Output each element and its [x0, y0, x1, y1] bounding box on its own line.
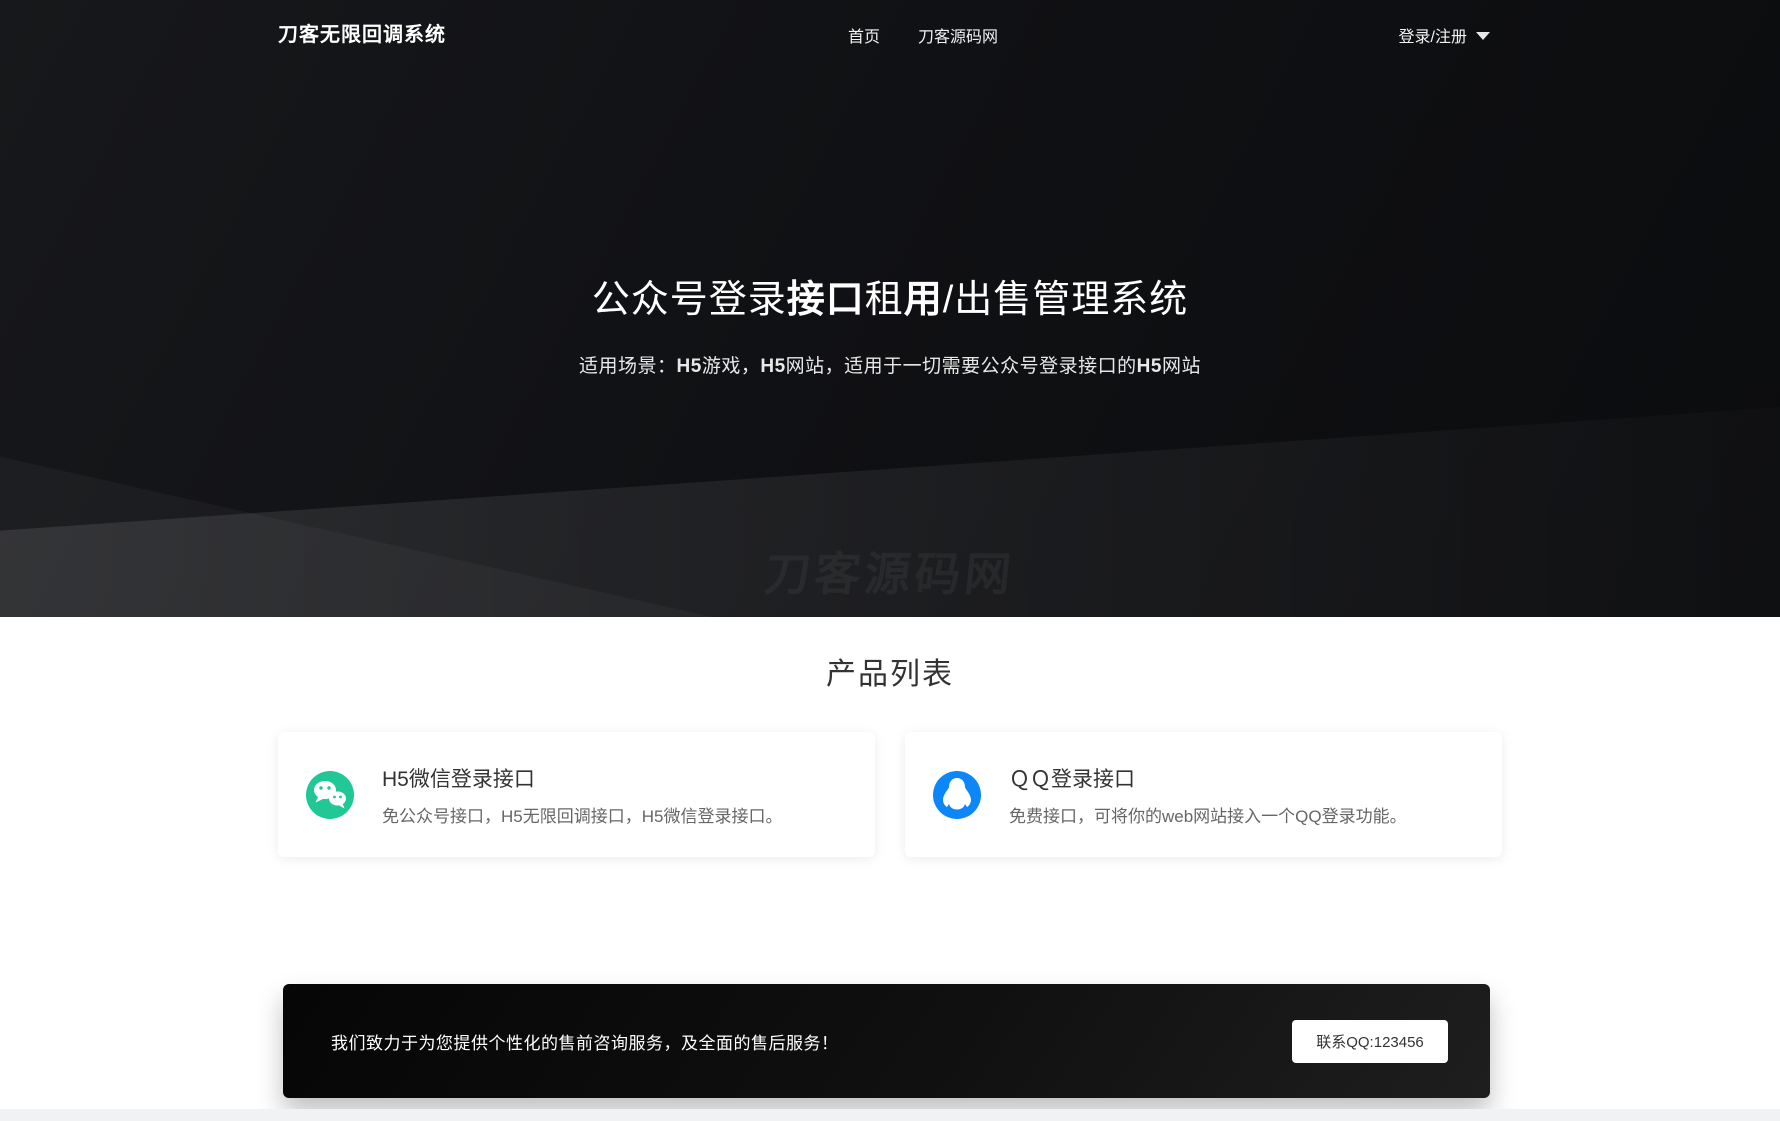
top-navbar: 刀客无限回调系统 首页 刀客源码网 登录/注册	[278, 0, 1502, 70]
hero-subtitle-part: 网站，适用于一切需要公众号登录接口的	[786, 356, 1137, 377]
product-card-title: H5微信登录接口	[382, 763, 782, 793]
hero-title-part-bold: 接口	[787, 279, 865, 321]
product-card-title: ＱＱ登录接口	[1009, 763, 1407, 793]
hero-title-part-bold: 用	[904, 279, 943, 321]
hero-subtitle-part: 网站	[1162, 356, 1201, 377]
hero-title-part: 租	[865, 279, 904, 321]
login-register-label: 登录/注册	[1399, 23, 1467, 47]
hero-subtitle-part: 游戏，	[702, 356, 761, 377]
product-card-list: H5微信登录接口 免公众号接口，H5无限回调接口，H5微信登录接口。 ＱＱ登录接…	[278, 732, 1502, 857]
main-nav: 首页 刀客源码网	[848, 0, 998, 70]
hero-subtitle-part-bold: H5	[677, 356, 702, 377]
product-card-qq[interactable]: ＱＱ登录接口 免费接口，可将你的web网站接入一个QQ登录功能。	[905, 732, 1502, 857]
nav-item-home[interactable]: 首页	[848, 23, 880, 47]
contact-message: 我们致力于为您提供个性化的售前咨询服务，及全面的售后服务！	[331, 1029, 1292, 1054]
login-register-dropdown[interactable]: 登录/注册	[1399, 0, 1490, 70]
product-card-body: ＱＱ登录接口 免费接口，可将你的web网站接入一个QQ登录功能。	[1009, 763, 1427, 827]
footer-strip	[0, 1109, 1780, 1121]
product-card-description: 免公众号接口，H5无限回调接口，H5微信登录接口。	[382, 802, 782, 827]
nav-item-source-site[interactable]: 刀客源码网	[918, 23, 998, 47]
hero-section: 刀客源码网 刀客无限回调系统 首页 刀客源码网 登录/注册 公众号登录接口租用/…	[0, 0, 1780, 617]
product-card-wechat[interactable]: H5微信登录接口 免公众号接口，H5无限回调接口，H5微信登录接口。	[278, 732, 875, 857]
chevron-down-icon	[1476, 32, 1490, 40]
hero-subtitle-part: 适用场景：	[579, 356, 677, 377]
wechat-icon	[306, 771, 354, 819]
page: 刀客源码网 刀客无限回调系统 首页 刀客源码网 登录/注册 公众号登录接口租用/…	[0, 0, 1780, 1121]
brand-logo[interactable]: 刀客无限回调系统	[278, 0, 446, 70]
hero-subtitle-part-bold: H5	[760, 356, 785, 377]
product-card-description: 免费接口，可将你的web网站接入一个QQ登录功能。	[1009, 802, 1407, 827]
qq-icon	[933, 771, 981, 819]
hero-title-part: /出售管理系统	[943, 279, 1189, 321]
product-card-body: H5微信登录接口 免公众号接口，H5无限回调接口，H5微信登录接口。	[382, 763, 802, 827]
hero-subtitle-part-bold: H5	[1137, 356, 1162, 377]
hero-title: 公众号登录接口租用/出售管理系统	[0, 268, 1780, 323]
products-heading: 产品列表	[0, 649, 1780, 693]
contact-qq-button[interactable]: 联系QQ:123456	[1292, 1020, 1448, 1063]
hero-subtitle: 适用场景：H5游戏，H5网站，适用于一切需要公众号登录接口的H5网站	[0, 351, 1780, 378]
contact-banner: 我们致力于为您提供个性化的售前咨询服务，及全面的售后服务！ 联系QQ:12345…	[283, 984, 1490, 1098]
hero-title-part: 公众号登录	[592, 279, 787, 321]
watermark-text: 刀客源码网	[0, 538, 1780, 604]
